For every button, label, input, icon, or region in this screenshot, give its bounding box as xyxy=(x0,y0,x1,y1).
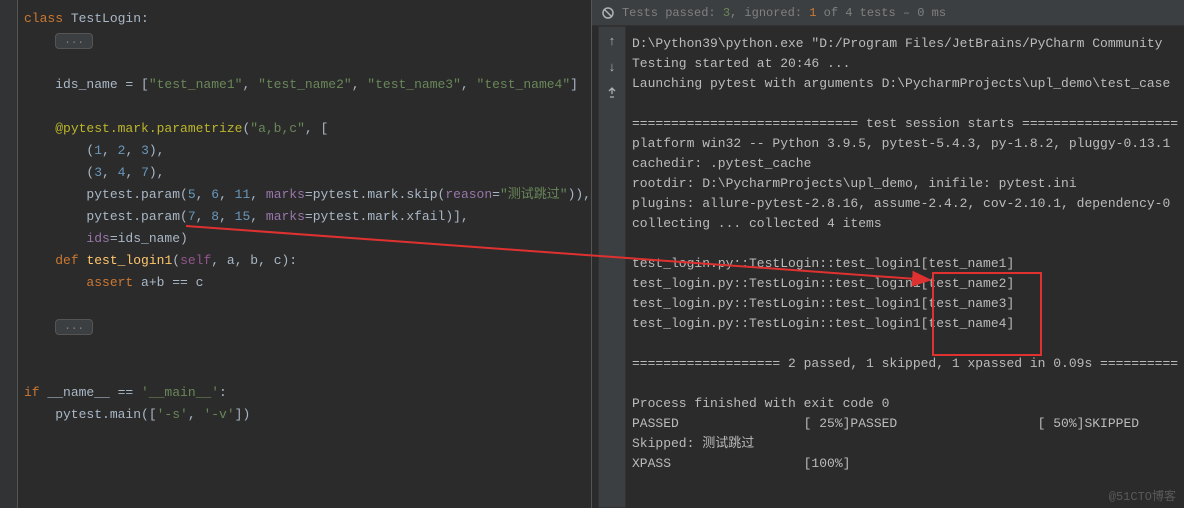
tests-passed-label: Tests passed: 3, ignored: 1 of 4 tests –… xyxy=(622,6,946,20)
console-line: test_login.py::TestLogin::test_login1[te… xyxy=(632,316,1022,331)
console-line: platform win32 -- Python 3.9.5, pytest-5… xyxy=(632,136,1170,151)
fold-marker[interactable]: ... xyxy=(55,33,93,49)
pin-icon[interactable] xyxy=(604,85,620,101)
code-area[interactable]: class TestLogin: ... ids_name = ["test_n… xyxy=(0,0,591,426)
console-line: cachedir: .pytest_cache xyxy=(632,156,811,171)
console-line: test_login.py::TestLogin::test_login1[te… xyxy=(632,276,1022,291)
console-line: =================== 2 passed, 1 skipped,… xyxy=(632,356,1178,371)
arrow-down-icon[interactable]: ↓ xyxy=(604,59,620,75)
param-string: "a,b,c" xyxy=(250,121,305,136)
console-line: Skipped: 测试跳过 xyxy=(632,436,754,451)
run-header: Tests passed: 3, ignored: 1 of 4 tests –… xyxy=(592,0,1184,26)
editor-pane: class TestLogin: ... ids_name = ["test_n… xyxy=(0,0,592,508)
ids-item-0: "test_name1" xyxy=(149,77,243,92)
fold-marker-2[interactable]: ... xyxy=(55,319,93,335)
console-line: test_login.py::TestLogin::test_login1[te… xyxy=(632,256,1022,271)
console-line: plugins: allure-pytest-2.8.16, assume-2.… xyxy=(632,196,1170,211)
ids-item-1: "test_name2" xyxy=(258,77,352,92)
ids-item-3: "test_name4" xyxy=(477,77,571,92)
console-line: rootdir: D:\PycharmProjects\upl_demo, in… xyxy=(632,176,1077,191)
function-name: test_login1 xyxy=(86,253,172,268)
console-line: test_login.py::TestLogin::test_login1[te… xyxy=(632,296,1022,311)
ids-item-2: "test_name3" xyxy=(367,77,461,92)
editor-gutter xyxy=(0,0,18,508)
console-line: Process finished with exit code 0 xyxy=(632,396,889,411)
run-pane: Tests passed: 3, ignored: 1 of 4 tests –… xyxy=(592,0,1184,508)
console-output[interactable]: D:\Python39\python.exe "D:/Program Files… xyxy=(620,26,1184,482)
console-line: PASSED [ 25%]PASSED [ 50%]SKIPPED xyxy=(632,416,1139,431)
console-line: Launching pytest with arguments D:\Pycha… xyxy=(632,76,1170,91)
console-line: Testing started at 20:46 ... xyxy=(632,56,850,71)
console-line: ============================= test sessi… xyxy=(632,116,1178,131)
rerun-icon[interactable] xyxy=(600,5,616,21)
console-line: D:\Python39\python.exe "D:/Program Files… xyxy=(632,36,1170,51)
console-line: collecting ... collected 4 items xyxy=(632,216,882,231)
console-line: XPASS [100%] xyxy=(632,456,850,471)
arrow-up-icon[interactable]: ↑ xyxy=(604,33,620,49)
class-name: TestLogin xyxy=(71,11,141,26)
decorator: @pytest.mark.parametrize xyxy=(55,121,242,136)
keyword-class: class xyxy=(24,11,63,26)
run-tool-sidebar: ↑ ↓ xyxy=(598,26,626,508)
watermark: @51CTO博客 xyxy=(1109,487,1176,504)
